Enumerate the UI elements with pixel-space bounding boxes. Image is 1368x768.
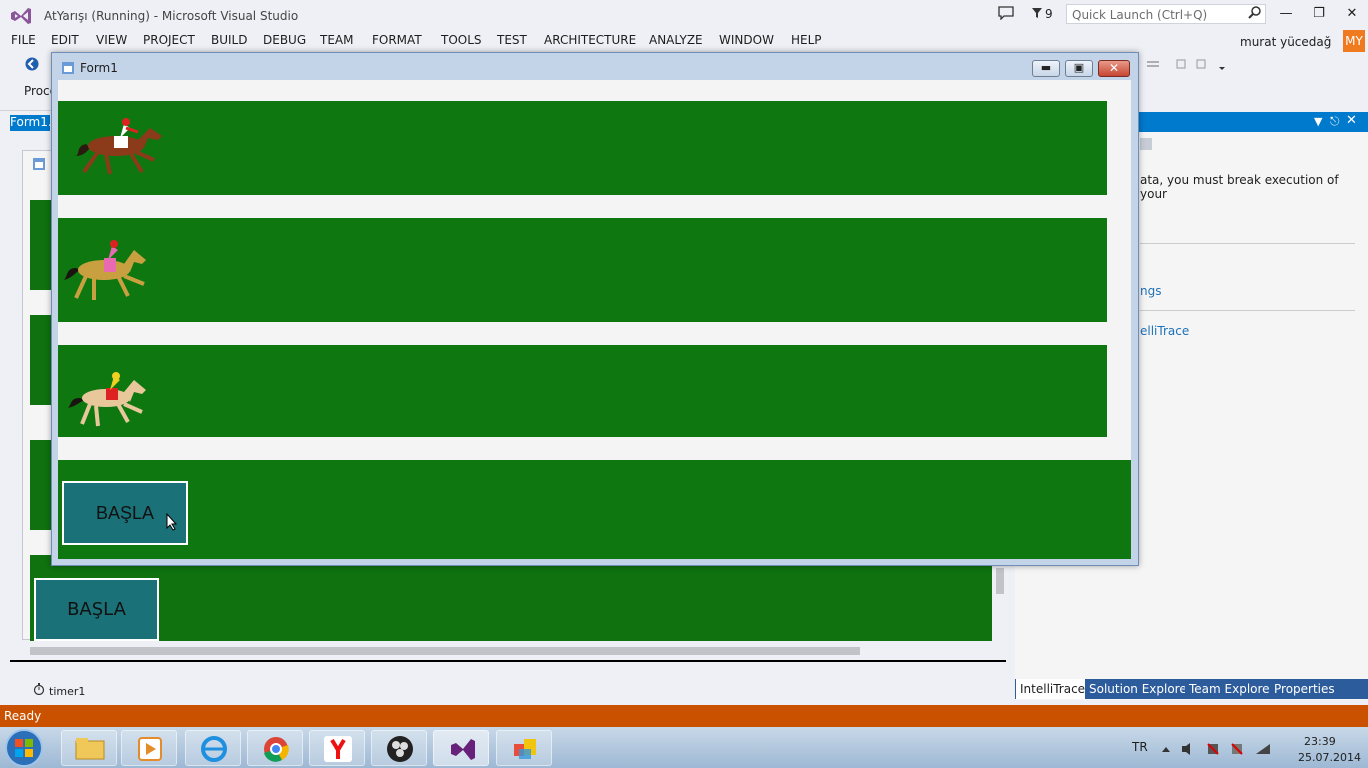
menu-project[interactable]: PROJECT [143,33,195,47]
status-text: Ready [4,709,42,723]
taskbar-app-icon[interactable] [496,730,552,766]
taskbar-media-icon[interactable] [121,730,177,766]
menu-tools[interactable]: TOOLS [441,33,482,47]
designer-form-icon [33,158,45,170]
taskbar-chrome-icon[interactable] [247,730,303,766]
toolbar-align-icon[interactable] [1145,57,1225,73]
language-indicator[interactable]: TR [1132,740,1148,754]
tab-properties[interactable]: Properties [1270,679,1339,699]
timer-component[interactable]: timer1 [49,685,85,698]
clock-time[interactable]: 23:39 [1304,735,1336,748]
tab-solution-explorer[interactable]: Solution Explorer [1085,679,1196,699]
menu-format[interactable]: FORMAT [372,33,422,47]
avatar[interactable]: MY [1343,30,1365,52]
notification-icon[interactable] [998,6,1014,20]
form1-minimize-button[interactable]: ▬ [1032,60,1060,77]
race-track-2 [58,218,1107,322]
horse-1-icon [76,116,166,181]
tray-icons[interactable] [1160,742,1280,756]
menu-edit[interactable]: EDIT [51,33,79,47]
menu-help[interactable]: HELP [791,33,822,47]
close-button[interactable]: ✕ [1340,4,1364,24]
clock-date[interactable]: 25.07.2014 [1298,751,1361,764]
menu-architecture[interactable]: ARCHITECTURE [544,33,636,47]
form1-title: Form1 [80,61,118,75]
horse-3-icon [68,372,152,431]
menu-analyze[interactable]: ANALYZE [649,33,703,47]
taskbar-yandex-icon[interactable] [309,730,365,766]
menu-window[interactable]: WINDOW [719,33,774,47]
user-name[interactable]: murat yücedağ [1240,35,1331,49]
taskbar-obs-icon[interactable] [371,730,427,766]
intellitrace-learn-link[interactable]: elliTrace [1140,324,1189,338]
horse-2-icon [64,238,154,307]
component-tray-divider [10,660,1006,662]
menu-test[interactable]: TEST [497,33,527,47]
filter-flag-icon[interactable] [1031,7,1043,19]
notification-count: 9 [1045,7,1053,21]
start-orb-icon[interactable] [3,728,45,768]
visual-studio-logo-icon [10,7,32,25]
form1-maximize-button[interactable]: ▣ [1065,60,1093,77]
doc-tab-form1[interactable]: Form1.c [10,115,58,131]
form1-icon [62,62,74,74]
panel-divider-2 [1140,310,1355,311]
menu-build[interactable]: BUILD [211,33,247,47]
window-title: AtYarışı (Running) - Microsoft Visual St… [44,9,299,23]
intellitrace-message: ata, you must break execution of your [1140,173,1339,201]
panel-close-icon[interactable]: ✕ [1346,113,1357,128]
designer-start-button[interactable]: BAŞLA [34,578,159,641]
timer-icon [33,683,45,695]
race-track-1 [58,101,1107,195]
taskbar-ie-icon[interactable] [185,730,241,766]
mouse-cursor-icon [166,513,178,531]
back-icon[interactable] [25,57,39,71]
restore-button[interactable]: ❐ [1307,4,1331,24]
panel-pin-icon[interactable]: ⎋ [1330,114,1340,129]
status-bar [0,705,1368,727]
menu-team[interactable]: TEAM [320,33,353,47]
search-icon[interactable] [1248,6,1262,20]
menu-debug[interactable]: DEBUG [263,33,306,47]
control-panel-area [58,460,1131,559]
panel-save-icon[interactable] [1140,138,1152,150]
form1-close-button[interactable]: ✕ [1098,60,1130,77]
designer-bottom-area [30,555,992,641]
quick-launch-input[interactable]: Quick Launch (Ctrl+Q) [1066,4,1266,24]
taskbar-explorer-icon[interactable] [61,730,117,766]
taskbar-visual-studio-icon[interactable] [433,730,489,766]
vertical-scroll-thumb[interactable] [996,568,1004,594]
intellitrace-settings-link[interactable]: ngs [1140,284,1161,298]
panel-dropdown-icon[interactable]: ▼ [1314,115,1322,128]
tab-team-explorer[interactable]: Team Explorer [1185,679,1279,699]
menu-file[interactable]: FILE [11,33,36,47]
horizontal-scroll-thumb[interactable] [30,647,860,655]
minimize-button[interactable]: — [1274,4,1298,24]
menu-view[interactable]: VIEW [96,33,127,47]
race-track-3 [58,345,1107,437]
tab-intellitrace[interactable]: IntelliTrace [1016,679,1090,699]
panel-divider [1140,243,1355,244]
